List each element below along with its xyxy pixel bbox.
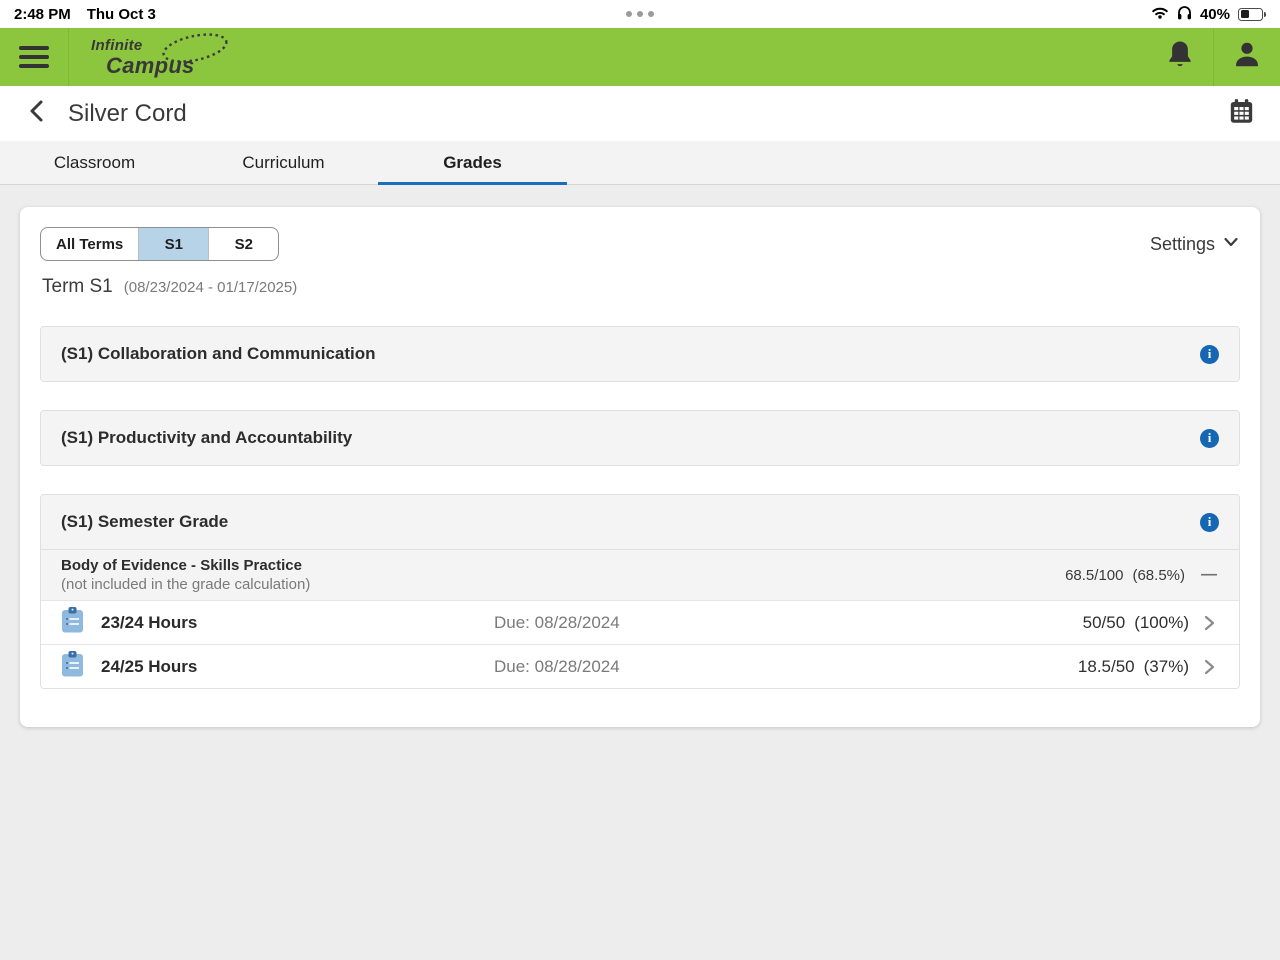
back-button[interactable]	[22, 99, 52, 129]
header-divider	[68, 28, 69, 86]
calendar-button[interactable]	[1224, 97, 1258, 131]
assignment-name: 24/25 Hours	[101, 656, 198, 676]
assignment-score: 50/50	[1082, 612, 1126, 632]
category-score-group: 68.5/100 (68.5%) —	[1065, 566, 1219, 584]
user-person-icon	[1231, 39, 1263, 76]
category-name: Body of Evidence - Skills Practice	[61, 557, 302, 574]
grade-section-semester: (S1) Semester Grade i Body of Evidence -…	[40, 494, 1240, 689]
grade-section-title: (S1) Productivity and Accountability	[61, 428, 353, 447]
status-bar-left: 2:48 PM Thu Oct 3	[14, 6, 156, 23]
wifi-icon	[1151, 6, 1169, 23]
logo-text-infinite: Infinite	[91, 37, 143, 54]
tab-classroom[interactable]: Classroom	[0, 141, 189, 184]
grade-section-header[interactable]: (S1) Productivity and Accountability i	[41, 411, 1239, 465]
term-filter-all-terms[interactable]: All Terms	[41, 228, 138, 260]
term-date-range: (08/23/2024 - 01/17/2025)	[123, 279, 298, 296]
assignment-percent: (100%)	[1134, 612, 1189, 632]
status-bar-right: 40%	[1151, 5, 1266, 24]
status-bar: 2:48 PM Thu Oct 3 40%	[0, 0, 1280, 28]
category-percent: (68.5%)	[1132, 566, 1185, 584]
info-icon[interactable]: i	[1200, 512, 1219, 532]
grade-section-header[interactable]: (S1) Collaboration and Communication i	[41, 327, 1239, 381]
clipboard-assignment-icon	[61, 607, 84, 638]
content-area: All Terms S1 S2 Settings Term S1 (08/23/…	[0, 185, 1280, 960]
assignment-row[interactable]: 24/25 Hours Due: 08/28/2024 18.5/50 (37%…	[41, 644, 1239, 688]
hamburger-menu-icon	[19, 46, 49, 50]
chevron-right-icon	[1199, 613, 1219, 633]
app-header: Infinite Campus	[0, 28, 1280, 86]
grade-section-collaboration: (S1) Collaboration and Communication i	[40, 326, 1240, 382]
status-time: 2:48 PM	[14, 5, 71, 23]
info-icon[interactable]: i	[1200, 428, 1219, 448]
title-bar: Silver Cord	[0, 86, 1280, 141]
multitasking-dots-icon[interactable]	[626, 11, 654, 17]
category-score: 68.5/100	[1065, 566, 1124, 584]
assignment-due-date: Due: 08/28/2024	[494, 612, 620, 632]
term-filter-s2[interactable]: S2	[208, 228, 278, 260]
settings-label: Settings	[1149, 233, 1215, 254]
clipboard-assignment-icon	[61, 651, 84, 682]
tab-grades[interactable]: Grades	[378, 141, 567, 185]
chevron-right-icon	[1199, 657, 1219, 677]
chevron-down-icon	[1222, 233, 1240, 256]
dash-icon: —	[1201, 566, 1217, 583]
category-note: (not included in the grade calculation)	[61, 576, 311, 593]
notifications-button[interactable]	[1147, 28, 1213, 86]
battery-icon	[1238, 7, 1266, 21]
term-filter-toggle: All Terms S1 S2	[40, 227, 280, 261]
info-icon[interactable]: i	[1200, 344, 1219, 364]
page-title: Silver Cord	[68, 99, 187, 127]
assignment-due-date: Due: 08/28/2024	[494, 656, 620, 676]
grades-toolbar: All Terms S1 S2 Settings	[40, 227, 1240, 261]
category-info: Body of Evidence - Skills Practice (not …	[61, 557, 1065, 593]
headphones-icon	[1177, 5, 1192, 24]
grade-section-title: (S1) Semester Grade	[61, 512, 229, 531]
assignment-row[interactable]: 23/24 Hours Due: 08/28/2024 50/50 (100%)	[41, 600, 1239, 644]
settings-dropdown[interactable]: Settings	[1150, 233, 1240, 256]
term-summary: Term S1 (08/23/2024 - 01/17/2025)	[40, 276, 1240, 298]
assignment-score: 18.5/50	[1077, 656, 1135, 676]
tab-bar: Classroom Curriculum Grades	[0, 141, 1280, 185]
grade-section-productivity: (S1) Productivity and Accountability i	[40, 410, 1240, 466]
notification-bell-icon	[1165, 39, 1195, 76]
battery-percent: 40%	[1199, 5, 1230, 23]
grade-section-header[interactable]: (S1) Semester Grade i	[41, 495, 1239, 549]
calendar-icon	[1228, 98, 1255, 130]
assignment-percent: (37%)	[1143, 656, 1189, 676]
hamburger-menu-button[interactable]	[0, 28, 68, 86]
assignment-name: 23/24 Hours	[101, 612, 198, 632]
infinite-campus-logo: Infinite Campus	[91, 33, 231, 80]
user-menu-button[interactable]	[1214, 28, 1280, 86]
term-filter-s1[interactable]: S1	[138, 228, 209, 260]
back-chevron-icon	[26, 98, 48, 129]
logo-swoosh-icon	[151, 30, 235, 73]
term-heading: Term S1	[42, 276, 113, 297]
category-row: Body of Evidence - Skills Practice (not …	[41, 549, 1239, 600]
grade-section-title: (S1) Collaboration and Communication	[61, 344, 376, 363]
status-date: Thu Oct 3	[86, 5, 156, 23]
tab-curriculum[interactable]: Curriculum	[189, 141, 378, 184]
grades-card: All Terms S1 S2 Settings Term S1 (08/23/…	[20, 207, 1260, 727]
